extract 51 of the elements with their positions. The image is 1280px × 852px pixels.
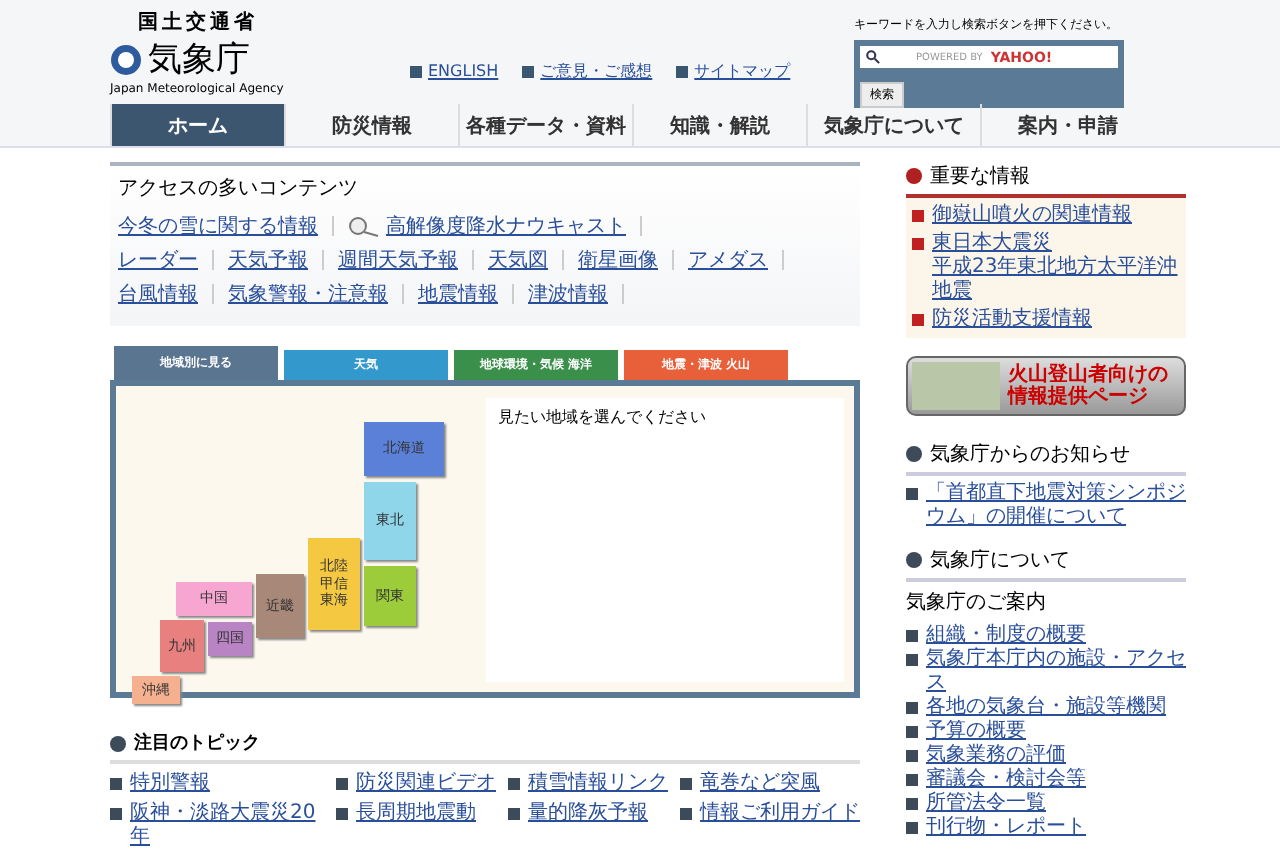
section-heading: 気象庁について [906, 546, 1186, 582]
about-link[interactable]: 刊行物・レポート [906, 816, 1186, 840]
section-title: アクセスの多いコンテンツ [118, 176, 360, 202]
topic-link[interactable]: 積雪情報リンク [508, 772, 668, 796]
topic-link[interactable]: 長周期地震動 [336, 802, 496, 850]
content-link[interactable]: 台風情報 [118, 280, 198, 308]
instruction-text: 見たい地域を選んでください [498, 408, 706, 426]
about-link[interactable]: 気象業務の評価 [906, 744, 1186, 768]
topic-link[interactable]: 阪神・淡路大震災20年 [110, 802, 324, 850]
content-link[interactable]: 津波情報 [528, 280, 608, 308]
content-link[interactable]: 今冬の雪に関する情報 [118, 212, 318, 240]
content-link[interactable]: 地震情報 [418, 280, 498, 308]
topic-link[interactable]: 情報ご利用ガイド [680, 802, 860, 850]
header-link[interactable]: ENGLISH [410, 60, 499, 82]
section-heading: 注目のトピック [110, 730, 860, 764]
about-link[interactable]: 各地の気象台・施設等機関 [906, 696, 1186, 720]
magnifier-icon [348, 215, 380, 237]
volcano-info-banner[interactable]: 火山登山者向けの 情報提供ページ [906, 356, 1186, 416]
emblem-icon [110, 43, 142, 75]
content-link[interactable]: 気象警報・注意報 [228, 280, 388, 308]
search-icon [866, 50, 880, 64]
section-heading: 気象庁からのお知らせ [906, 440, 1186, 476]
notice-link[interactable]: 「首都直下地震対策シンポジウム」の開催について [906, 482, 1186, 530]
content-link[interactable]: 天気図 [488, 246, 548, 274]
topic-link[interactable]: 防災関連ビデオ [336, 772, 496, 796]
header-link[interactable]: サイトマップ [676, 60, 791, 82]
topic-link[interactable]: 量的降灰予報 [508, 802, 668, 850]
topic-link[interactable]: 特別警報 [110, 772, 324, 796]
content-link[interactable]: 週間天気予報 [338, 246, 458, 274]
important-link[interactable]: 御嶽山噴火の関連情報 [912, 204, 1180, 228]
content-link[interactable]: 衛星画像 [578, 246, 658, 274]
about-link[interactable]: 所管法令一覧 [906, 792, 1186, 816]
content-link[interactable]: 高解像度降水ナウキャスト [348, 212, 626, 240]
about-link[interactable]: 予算の概要 [906, 720, 1186, 744]
nav-tab[interactable]: 防災情報 [284, 104, 458, 146]
about-link[interactable]: 審議会・検討会等 [906, 768, 1186, 792]
ministry-name: 国土交通省 [136, 8, 260, 36]
agency-logo-text: 気象庁 [148, 38, 250, 82]
header-link[interactable]: ご意見・ご感想 [522, 60, 653, 82]
content-link[interactable]: 天気予報 [228, 246, 308, 274]
nav-tab[interactable]: ホーム [110, 104, 284, 146]
content-link[interactable]: アメダス [688, 246, 768, 274]
about-link[interactable]: 気象庁本庁内の施設・アクセス [906, 648, 1186, 696]
nav-tab[interactable]: 各種データ・資料 [458, 104, 632, 146]
nav-tab[interactable]: 知識・解説 [632, 104, 806, 146]
nav-tab[interactable]: 気象庁について [806, 104, 980, 146]
topic-link[interactable]: 竜巻など突風 [680, 772, 860, 796]
content-link[interactable]: レーダー [118, 246, 198, 274]
subsection-title: 気象庁のご案内 [906, 589, 1048, 616]
nav-tab[interactable]: 案内・申請 [980, 104, 1154, 146]
about-link[interactable]: 組織・制度の概要 [906, 624, 1186, 648]
